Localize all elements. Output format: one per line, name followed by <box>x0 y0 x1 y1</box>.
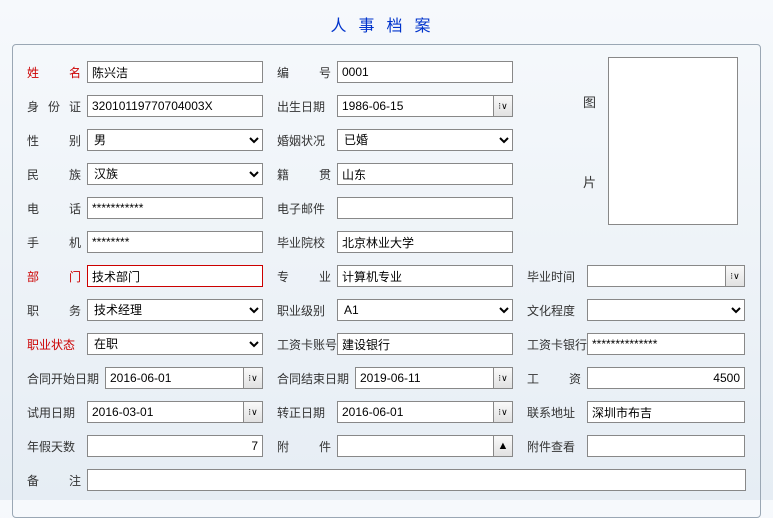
joblevel-select[interactable]: A1 <box>337 299 513 321</box>
birth-label: 出生日期 <box>277 98 337 115</box>
attach-label: 附件 <box>277 438 337 455</box>
email-input[interactable] <box>337 197 513 219</box>
salary-input[interactable] <box>587 367 745 389</box>
address-input[interactable] <box>587 401 745 423</box>
contract-end-date-picker-button[interactable]: ⁝∨ <box>493 367 513 389</box>
birth-date-picker-button[interactable]: ⁝∨ <box>493 95 513 117</box>
dept-input[interactable] <box>87 265 263 287</box>
code-input[interactable] <box>337 61 513 83</box>
nation-select[interactable]: 汉族 <box>87 163 263 185</box>
nation-label: 民族 <box>27 166 87 183</box>
native-input[interactable] <box>337 163 513 185</box>
gender-select[interactable]: 男 <box>87 129 263 151</box>
photo-label: 图 片 <box>583 61 596 221</box>
name-input[interactable] <box>87 61 263 83</box>
gradtime-date-picker-button[interactable]: ⁝∨ <box>725 265 745 287</box>
job-select[interactable]: 技术经理 <box>87 299 263 321</box>
trial-label: 试用日期 <box>27 404 87 421</box>
upload-icon: ▲ <box>498 441 509 452</box>
annual-input[interactable] <box>87 435 263 457</box>
idcard-label: 身份证 <box>27 98 87 115</box>
contract-end-input[interactable] <box>355 367 493 389</box>
dropdown-icon: ⁝∨ <box>248 374 257 383</box>
mobile-input[interactable] <box>87 231 263 253</box>
edu-select[interactable] <box>587 299 745 321</box>
trial-date-picker-button[interactable]: ⁝∨ <box>243 401 263 423</box>
gender-label: 性别 <box>27 132 87 149</box>
remark-label: 备注 <box>27 472 87 489</box>
attachview-label: 附件查看 <box>527 438 587 455</box>
name-label: 姓名 <box>27 64 87 81</box>
marriage-select[interactable]: 已婚 <box>337 129 513 151</box>
page-title: 人事档案 <box>0 0 773 44</box>
attachview-input[interactable] <box>587 435 745 457</box>
contract-start-input[interactable] <box>105 367 243 389</box>
jobstatus-select[interactable]: 在职 <box>87 333 263 355</box>
contract-start-label: 合同开始日期 <box>27 370 105 387</box>
form-panel: 图 片 姓名 编号 身份证 出生日期 ⁝∨ 性别 <box>12 44 761 518</box>
photo-area: 图 片 <box>583 57 738 225</box>
gradtime-input[interactable] <box>587 265 725 287</box>
attach-upload-button[interactable]: ▲ <box>493 435 513 457</box>
gradtime-label: 毕业时间 <box>527 268 587 285</box>
remark-input[interactable] <box>87 469 746 491</box>
major-input[interactable] <box>337 265 513 287</box>
tel-input[interactable] <box>87 197 263 219</box>
code-label: 编号 <box>277 64 337 81</box>
idcard-input[interactable] <box>87 95 263 117</box>
annual-label: 年假天数 <box>27 438 87 455</box>
address-label: 联系地址 <box>527 404 587 421</box>
jobstatus-label: 职业状态 <box>27 336 87 353</box>
salacct-input[interactable] <box>337 333 513 355</box>
dropdown-icon: ⁝∨ <box>498 408 507 417</box>
email-label: 电子邮件 <box>277 200 337 217</box>
photo-box[interactable] <box>608 57 738 225</box>
job-label: 职务 <box>27 302 87 319</box>
salbank-label: 工资卡银行 <box>527 336 587 353</box>
salary-label: 工资 <box>527 370 587 387</box>
contract-start-date-picker-button[interactable]: ⁝∨ <box>243 367 263 389</box>
dropdown-icon: ⁝∨ <box>498 374 507 383</box>
trial-input[interactable] <box>87 401 243 423</box>
school-label: 毕业院校 <box>277 234 337 251</box>
native-label: 籍贯 <box>277 166 337 183</box>
birth-input[interactable] <box>337 95 493 117</box>
contract-end-label: 合同结束日期 <box>277 370 355 387</box>
attach-input[interactable] <box>337 435 493 457</box>
school-input[interactable] <box>337 231 513 253</box>
major-label: 专业 <box>277 268 337 285</box>
regular-date-picker-button[interactable]: ⁝∨ <box>493 401 513 423</box>
dropdown-icon: ⁝∨ <box>730 272 739 281</box>
regular-input[interactable] <box>337 401 493 423</box>
joblevel-label: 职业级别 <box>277 302 337 319</box>
dept-label: 部门 <box>27 268 87 285</box>
mobile-label: 手机 <box>27 234 87 251</box>
salbank-input[interactable] <box>587 333 745 355</box>
edu-label: 文化程度 <box>527 302 587 319</box>
regular-label: 转正日期 <box>277 404 337 421</box>
dropdown-icon: ⁝∨ <box>498 102 507 111</box>
salacct-label: 工资卡账号 <box>277 336 337 353</box>
marriage-label: 婚姻状况 <box>277 132 337 149</box>
tel-label: 电话 <box>27 200 87 217</box>
dropdown-icon: ⁝∨ <box>248 408 257 417</box>
